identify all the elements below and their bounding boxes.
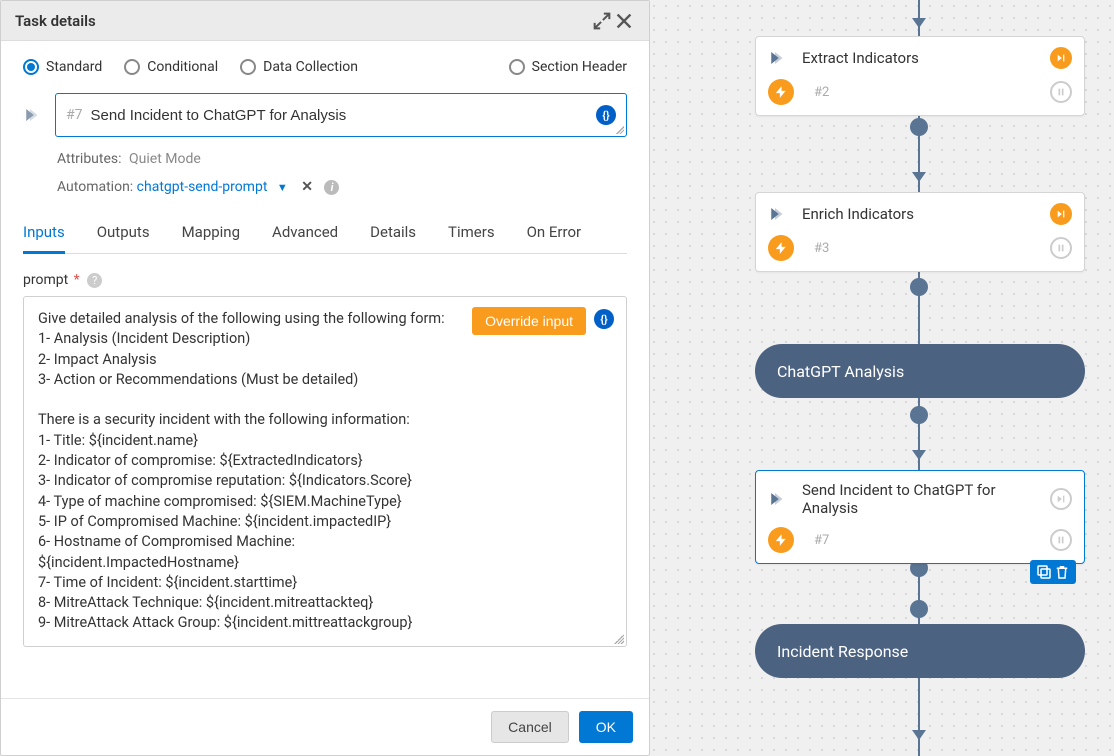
field-label-row: prompt * ? [23, 272, 627, 288]
info-icon[interactable]: i [324, 180, 339, 195]
node-number: #7 [814, 533, 1036, 548]
tab-advanced[interactable]: Advanced [272, 213, 338, 253]
close-icon[interactable] [613, 10, 635, 32]
section-title: Incident Response [777, 642, 908, 661]
field-label: prompt [23, 272, 68, 288]
radio-icon [23, 59, 39, 75]
pause-icon[interactable] [1050, 81, 1072, 103]
prompt-text[interactable]: Give detailed analysis of the following … [38, 309, 612, 634]
node-action-toolbar [1030, 560, 1076, 584]
radio-standard[interactable]: Standard [23, 59, 102, 75]
arrow-down-icon [912, 450, 926, 460]
attributes-label: Attributes: [57, 151, 122, 167]
radio-label: Section Header [532, 59, 627, 75]
workflow-canvas[interactable]: Extract Indicators #2 Enrich Indicators [660, 0, 1114, 756]
node-number: #2 [814, 85, 1036, 100]
modal-title: Task details [15, 12, 591, 30]
help-icon[interactable]: ? [87, 273, 102, 288]
section-title: ChatGPT Analysis [777, 362, 904, 381]
tabs: Inputs Outputs Mapping Advanced Details … [23, 213, 627, 254]
tab-inputs[interactable]: Inputs [23, 213, 65, 254]
resize-handle-icon[interactable] [614, 634, 624, 644]
ok-button[interactable]: OK [579, 711, 633, 743]
flow-node-enrich-indicators[interactable]: Enrich Indicators #3 [755, 192, 1085, 272]
pause-icon[interactable] [1050, 529, 1072, 551]
automation-bolt-icon [768, 235, 794, 261]
chevron-right-icon [768, 489, 788, 509]
automation-bolt-icon [768, 79, 794, 105]
flow-connector-dot [910, 600, 928, 618]
radio-section-header[interactable]: Section Header [509, 59, 627, 75]
skip-icon[interactable] [1050, 47, 1072, 69]
braces-icon[interactable]: {} [596, 105, 616, 125]
radio-label: Data Collection [263, 59, 358, 75]
radio-icon [124, 59, 140, 75]
arrow-down-icon [912, 18, 926, 28]
task-name-input-wrap[interactable]: #7 {} [55, 93, 627, 137]
flow-node-extract-indicators[interactable]: Extract Indicators #2 [755, 36, 1085, 116]
task-name-row: #7 {} [23, 93, 627, 137]
flow-connector-dot [910, 118, 928, 136]
tab-timers[interactable]: Timers [448, 213, 495, 253]
arrow-down-icon [912, 730, 926, 740]
chevron-right-icon [768, 204, 788, 224]
braces-icon[interactable]: {} [594, 309, 614, 329]
flow-connector-dot [910, 406, 928, 424]
radio-label: Standard [46, 59, 102, 75]
radio-label: Conditional [147, 59, 218, 75]
flow-connector-dot [910, 278, 928, 296]
modal-body: Standard Conditional Data Collection Sec… [1, 41, 649, 698]
node-title: Extract Indicators [802, 49, 1036, 67]
required-asterisk: * [74, 272, 80, 288]
override-input-button[interactable]: Override input [472, 307, 586, 335]
copy-icon[interactable] [1035, 563, 1053, 581]
radio-icon [240, 59, 256, 75]
clear-automation-icon[interactable]: ✕ [301, 179, 313, 195]
section-chatgpt-analysis[interactable]: ChatGPT Analysis [755, 344, 1085, 398]
tab-details[interactable]: Details [370, 213, 416, 253]
radio-conditional[interactable]: Conditional [124, 59, 218, 75]
node-title: Send Incident to ChatGPT for Analysis [802, 481, 1036, 517]
resize-handle-icon[interactable] [616, 126, 624, 134]
tab-mapping[interactable]: Mapping [182, 213, 240, 253]
attributes-row: Attributes: Quiet Mode [57, 151, 627, 167]
skip-icon[interactable] [1050, 203, 1072, 225]
arrow-down-icon [912, 172, 926, 182]
task-name-input[interactable] [91, 107, 597, 124]
modal-footer: Cancel OK [1, 698, 649, 755]
expand-icon[interactable] [591, 10, 613, 32]
tab-on-error[interactable]: On Error [527, 213, 582, 253]
flow-node-send-incident[interactable]: Send Incident to ChatGPT for Analysis #7 [755, 470, 1085, 564]
task-number: #7 [66, 107, 83, 123]
skip-icon[interactable] [1050, 488, 1072, 510]
chevron-down-icon[interactable]: ▼ [277, 181, 288, 194]
modal-header: Task details [1, 1, 649, 41]
task-details-modal: Task details Standard Conditional Data C… [0, 0, 650, 756]
chevron-right-icon [23, 105, 43, 125]
node-title: Enrich Indicators [802, 205, 1036, 223]
cancel-button[interactable]: Cancel [491, 711, 569, 743]
pause-icon[interactable] [1050, 237, 1072, 259]
radio-icon [509, 59, 525, 75]
tab-outputs[interactable]: Outputs [97, 213, 150, 253]
radio-data-collection[interactable]: Data Collection [240, 59, 358, 75]
automation-bolt-icon [768, 527, 794, 553]
automation-row: Automation: chatgpt-send-prompt ▼ ✕ i [57, 179, 627, 195]
section-incident-response[interactable]: Incident Response [755, 624, 1085, 678]
prompt-input[interactable]: Give detailed analysis of the following … [23, 296, 627, 647]
chevron-right-icon [768, 48, 788, 68]
task-type-radio-row: Standard Conditional Data Collection Sec… [23, 59, 627, 75]
delete-icon[interactable] [1053, 563, 1071, 581]
attributes-value: Quiet Mode [129, 151, 201, 167]
node-number: #3 [814, 241, 1036, 256]
automation-link[interactable]: chatgpt-send-prompt [137, 179, 268, 195]
automation-label: Automation: [57, 179, 133, 195]
